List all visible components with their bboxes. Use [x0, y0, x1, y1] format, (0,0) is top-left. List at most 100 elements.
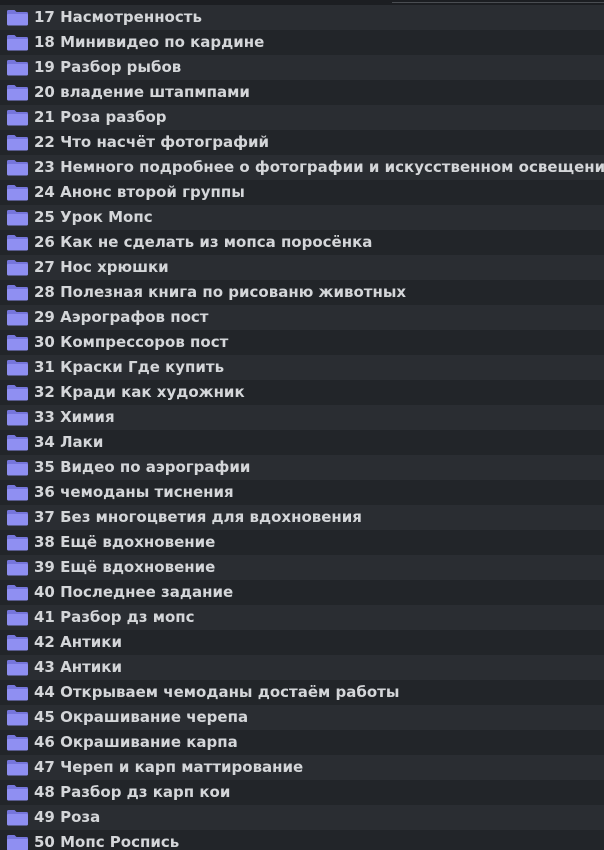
folder-name: 36 чемоданы тиснения	[34, 483, 234, 501]
folder-icon	[6, 684, 29, 701]
folder-row[interactable]: 46 Окрашивание карпа	[0, 730, 604, 755]
folder-icon	[6, 184, 29, 201]
folder-row[interactable]: 49 Роза	[0, 805, 604, 830]
folder-name: 18 Минивидео по кардине	[34, 33, 265, 51]
folder-row[interactable]: 19 Разбор рыбов	[0, 55, 604, 80]
folder-icon	[6, 384, 29, 401]
folder-row[interactable]: 29 Аэрографов пост	[0, 305, 604, 330]
folder-name: 41 Разбор дз мопс	[34, 608, 195, 626]
folder-icon	[6, 659, 29, 676]
folder-icon	[6, 584, 29, 601]
folder-icon	[6, 634, 29, 651]
folder-name: 50 Мопс Роспись	[34, 833, 180, 850]
folder-name: 43 Антики	[34, 658, 122, 676]
folder-row[interactable]: 30 Компрессоров пост	[0, 330, 604, 355]
folder-row[interactable]: 27 Нос хрюшки	[0, 255, 604, 280]
folder-row[interactable]: 38 Ещё вдохновение	[0, 530, 604, 555]
folder-name: 38 Ещё вдохновение	[34, 533, 216, 551]
folder-icon	[6, 34, 29, 51]
folder-row[interactable]: 39 Ещё вдохновение	[0, 555, 604, 580]
folder-name: 44 Открываем чемоданы достаём работы	[34, 683, 400, 701]
folder-name: 24 Анонс второй группы	[34, 183, 245, 201]
folder-list: 17 Насмотренность 18 Минивидео по кардине…	[0, 5, 604, 850]
folder-row[interactable]: 20 владение штапмпами	[0, 80, 604, 105]
folder-icon	[6, 84, 29, 101]
folder-row[interactable]: 17 Насмотренность	[0, 5, 604, 30]
folder-icon	[6, 109, 29, 126]
folder-row[interactable]: 35 Видео по аэрографии	[0, 455, 604, 480]
folder-name: 48 Разбор дз карп кои	[34, 783, 231, 801]
folder-name: 28 Полезная книга по рисованю животных	[34, 283, 407, 301]
folder-row[interactable]: 28 Полезная книга по рисованю животных	[0, 280, 604, 305]
folder-name: 26 Как не сделать из мопса поросёнка	[34, 233, 373, 251]
folder-row[interactable]: 31 Краски Где купить	[0, 355, 604, 380]
folder-name: 33 Химия	[34, 408, 115, 426]
folder-icon	[6, 59, 29, 76]
folder-icon	[6, 209, 29, 226]
folder-icon	[6, 309, 29, 326]
folder-name: 40 Последнее задание	[34, 583, 234, 601]
folder-name: 25 Урок Мопс	[34, 208, 153, 226]
folder-name: 27 Нос хрюшки	[34, 258, 169, 276]
folder-row[interactable]: 22 Что насчёт фотографий	[0, 130, 604, 155]
folder-icon	[6, 834, 29, 850]
folder-icon	[6, 234, 29, 251]
folder-row[interactable]: 50 Мопс Роспись	[0, 830, 604, 850]
folder-row[interactable]: 18 Минивидео по кардине	[0, 30, 604, 55]
folder-icon	[6, 259, 29, 276]
folder-name: 19 Разбор рыбов	[34, 58, 182, 76]
folder-row[interactable]: 40 Последнее задание	[0, 580, 604, 605]
folder-name: 34 Лаки	[34, 433, 104, 451]
folder-name: 39 Ещё вдохновение	[34, 558, 216, 576]
folder-row[interactable]: 37 Без многоцветия для вдохновения	[0, 505, 604, 530]
folder-icon	[6, 759, 29, 776]
folder-icon	[6, 559, 29, 576]
folder-icon	[6, 784, 29, 801]
folder-row[interactable]: 47 Череп и карп маттирование	[0, 755, 604, 780]
folder-name: 45 Окрашивание черепа	[34, 708, 249, 726]
folder-name: 42 Антики	[34, 633, 122, 651]
folder-name: 31 Краски Где купить	[34, 358, 225, 376]
top-edge-segment	[392, 2, 604, 3]
folder-row[interactable]: 25 Урок Мопс	[0, 205, 604, 230]
folder-name: 46 Окрашивание карпа	[34, 733, 238, 751]
folder-row[interactable]: 26 Как не сделать из мопса поросёнка	[0, 230, 604, 255]
folder-row[interactable]: 34 Лаки	[0, 430, 604, 455]
folder-row[interactable]: 33 Химия	[0, 405, 604, 430]
folder-row[interactable]: 48 Разбор дз карп кои	[0, 780, 604, 805]
folder-name: 47 Череп и карп маттирование	[34, 758, 304, 776]
folder-name: 17 Насмотренность	[34, 8, 202, 26]
folder-icon	[6, 734, 29, 751]
folder-row[interactable]: 45 Окрашивание черепа	[0, 705, 604, 730]
folder-row[interactable]: 43 Антики	[0, 655, 604, 680]
folder-icon	[6, 284, 29, 301]
folder-row[interactable]: 41 Разбор дз мопс	[0, 605, 604, 630]
folder-row[interactable]: 32 Кради как художник	[0, 380, 604, 405]
folder-row[interactable]: 24 Анонс второй группы	[0, 180, 604, 205]
folder-icon	[6, 459, 29, 476]
folder-name: 20 владение штапмпами	[34, 83, 250, 101]
folder-icon	[6, 484, 29, 501]
folder-icon	[6, 534, 29, 551]
folder-row[interactable]: 21 Роза разбор	[0, 105, 604, 130]
folder-name: 29 Аэрографов пост	[34, 308, 209, 326]
folder-icon	[6, 159, 29, 176]
folder-row[interactable]: 23 Немного подробнее о фотографии и иску…	[0, 155, 604, 180]
folder-name: 49 Роза	[34, 808, 101, 826]
folder-name: 35 Видео по аэрографии	[34, 458, 251, 476]
folder-icon	[6, 809, 29, 826]
folder-icon	[6, 9, 29, 26]
folder-row[interactable]: 42 Антики	[0, 630, 604, 655]
folder-icon	[6, 134, 29, 151]
folder-name: 23 Немного подробнее о фотографии и иску…	[34, 158, 604, 176]
folder-icon	[6, 709, 29, 726]
folder-name: 32 Кради как художник	[34, 383, 245, 401]
folder-icon	[6, 334, 29, 351]
folder-icon	[6, 409, 29, 426]
folder-row[interactable]: 36 чемоданы тиснения	[0, 480, 604, 505]
folder-icon	[6, 434, 29, 451]
folder-row[interactable]: 44 Открываем чемоданы достаём работы	[0, 680, 604, 705]
folder-icon	[6, 359, 29, 376]
folder-name: 37 Без многоцветия для вдохновения	[34, 508, 362, 526]
folder-icon	[6, 609, 29, 626]
